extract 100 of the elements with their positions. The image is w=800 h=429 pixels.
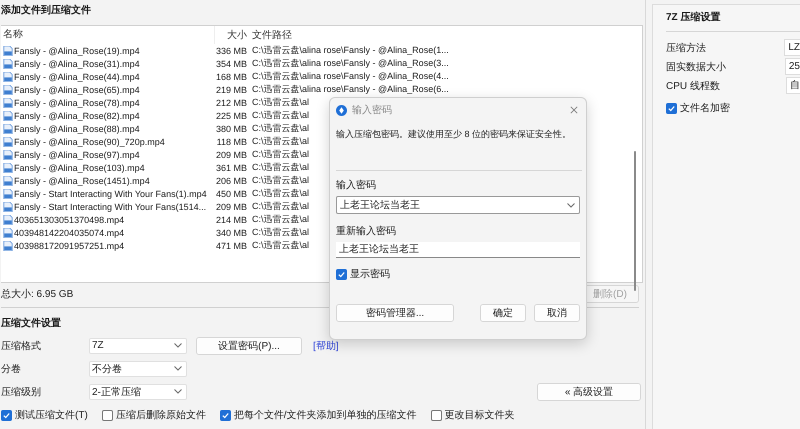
set-password-button[interactable]: 设置密码(P)... — [196, 336, 302, 354]
file-name[interactable]: 403651303051370498.mp4 — [14, 214, 124, 224]
video-file-icon — [3, 150, 13, 160]
confirm-password-field[interactable]: 上老王论坛当老王 — [336, 242, 580, 258]
file-path: C:\迅雷云盘\al — [251, 174, 310, 187]
file-name[interactable]: Fansly - @Alina_Rose(90)_720p.mp4 — [14, 136, 165, 146]
file-name[interactable]: Fansly - @Alina_Rose(31).mp4 — [14, 58, 140, 68]
file-name[interactable]: Fansly - @Alina_Rose(97).mp4 — [14, 150, 140, 160]
file-size: 212 MB — [215, 98, 247, 108]
video-file-icon — [3, 240, 13, 250]
password-field[interactable]: 上老王论坛当老王 — [336, 196, 580, 214]
total-size: 总大小: 6.95 GB — [1, 288, 74, 301]
video-file-icon — [3, 72, 13, 82]
help-link[interactable]: [帮助] — [313, 338, 339, 352]
column-header[interactable]: 名称 — [1, 26, 215, 44]
checkbox[interactable] — [102, 410, 113, 420]
caret-icon — [174, 366, 182, 371]
file-name[interactable]: Fansly - @Alina_Rose(78).mp4 — [14, 98, 140, 108]
file-path: C:\迅雷云盘\al — [251, 122, 310, 135]
option-label: 把每个文件/文件夹添加到单独的压缩文件 — [234, 408, 417, 422]
file-name[interactable]: Fansly - @Alina_Rose(82).mp4 — [14, 110, 140, 120]
video-file-icon — [3, 46, 13, 56]
password-manager-button[interactable]: 密码管理器... — [336, 304, 454, 322]
file-path: C:\迅雷云盘\alina rose\Fansly - @Alina_Rose(1... — [251, 44, 449, 57]
field-label: 重新输入密码 — [336, 224, 397, 239]
video-file-icon — [3, 58, 13, 68]
dropdown[interactable]: 7Z — [89, 338, 187, 354]
section-title: 压缩文件设置 — [1, 316, 61, 331]
file-name[interactable]: Fansly - @Alina_Rose(19).mp4 — [14, 46, 140, 56]
file-name[interactable]: Fansly - @Alina_Rose(44).mp4 — [14, 72, 140, 82]
video-file-icon — [3, 228, 13, 238]
setting-label: 固实数据大小 — [666, 60, 727, 74]
checkbox[interactable] — [336, 268, 347, 280]
file-path: C:\迅雷云盘\alina rose\Fansly - @Alina_Rose(6... — [251, 83, 449, 96]
option-label: 文件名加密 — [680, 102, 730, 115]
option-label: 更改目标文件夹 — [444, 408, 515, 422]
file-path: C:\迅雷云盘\al — [251, 226, 310, 239]
file-name[interactable]: Fansly - @Alina_Rose(65).mp4 — [14, 84, 140, 94]
file-name[interactable]: Fansly - Start Interacting With Your Fans(1).mp4 — [14, 188, 207, 198]
file-size: 450 MB — [215, 188, 247, 198]
close-icon[interactable] — [570, 106, 578, 114]
video-file-icon — [3, 124, 13, 134]
section-title: 添加文件到压缩文件 — [1, 4, 92, 18]
checkbox[interactable] — [430, 410, 442, 420]
caret-icon — [567, 202, 575, 208]
setting-label: 分卷 — [1, 362, 22, 376]
ok-button[interactable]: 确定 — [480, 304, 526, 322]
video-file-icon — [3, 176, 13, 186]
caret-icon — [174, 343, 182, 348]
caret-icon — [174, 389, 182, 394]
checkbox[interactable] — [220, 410, 231, 420]
file-size: 471 MB — [215, 240, 247, 250]
file-size: 340 MB — [215, 228, 247, 238]
video-file-icon — [3, 84, 13, 94]
checkbox[interactable] — [666, 102, 677, 114]
file-name[interactable]: 403948142204035074.mp4 — [14, 228, 124, 238]
option-label: 显示密码 — [350, 268, 390, 281]
file-path: C:\迅雷云盘\al — [251, 239, 310, 252]
video-file-icon — [3, 110, 13, 120]
dialog-title: 输入密码 — [352, 104, 392, 117]
video-file-icon — [3, 98, 13, 108]
field-label: 输入密码 — [336, 178, 377, 193]
setting-label: CPU 线程数 — [666, 80, 721, 92]
column-header[interactable]: 文件路径 — [247, 28, 292, 42]
option-label: 压缩后删除原始文件 — [116, 408, 206, 422]
video-file-icon — [3, 136, 13, 146]
setting-label: 压缩级别 — [1, 386, 42, 398]
file-path: C:\迅雷云盘\al — [251, 213, 310, 226]
video-file-icon — [3, 214, 13, 224]
file-size: 206 MB — [215, 176, 247, 186]
file-path: C:\迅雷云盘\al — [251, 148, 310, 161]
dropdown[interactable]: LZ — [784, 39, 800, 56]
column-header[interactable]: 大小 — [215, 28, 247, 42]
file-name[interactable]: Fansly - @Alina_Rose(103).mp4 — [14, 162, 145, 172]
file-size: 336 MB — [215, 46, 247, 56]
scrollbar[interactable] — [634, 151, 636, 291]
file-name[interactable]: Fansly - @Alina_Rose(1451).mp4 — [14, 176, 150, 186]
file-size: 209 MB — [215, 150, 247, 160]
dialog-message: 输入压缩包密码。建议使用至少 8 位的密码来保证安全性。 — [336, 128, 572, 141]
dropdown[interactable]: 2-正常压缩 — [89, 384, 187, 400]
file-size: 380 MB — [215, 124, 247, 134]
file-path: C:\迅雷云盘\alina rose\Fansly - @Alina_Rose(4... — [251, 70, 449, 83]
file-size: 354 MB — [215, 58, 247, 68]
file-path: C:\迅雷云盘\al — [251, 109, 310, 122]
file-name[interactable]: Fansly - Start Interacting With Your Fans(1514... — [14, 202, 206, 212]
file-path: C:\迅雷云盘\al — [251, 135, 310, 148]
checkbox[interactable] — [1, 410, 12, 420]
file-size: 214 MB — [215, 214, 247, 224]
file-name[interactable]: Fansly - @Alina_Rose(88).mp4 — [14, 124, 140, 134]
option-label: 测试压缩文件(T) — [15, 408, 88, 422]
dropdown[interactable]: 不分卷 — [89, 360, 187, 376]
dropdown[interactable]: 自 — [786, 77, 800, 94]
cancel-button[interactable]: 取消 — [534, 304, 580, 322]
video-file-icon — [3, 162, 13, 172]
file-path: C:\迅雷云盘\al — [251, 200, 310, 213]
file-path: C:\迅雷云盘\alina rose\Fansly - @Alina_Rose(3... — [251, 57, 449, 70]
advanced-settings-button[interactable]: « 高级设置 — [537, 382, 641, 400]
file-name[interactable]: 403988172091957251.mp4 — [14, 240, 124, 250]
setting-label: 压缩方法 — [666, 42, 707, 54]
dropdown[interactable]: 25 — [784, 58, 800, 75]
